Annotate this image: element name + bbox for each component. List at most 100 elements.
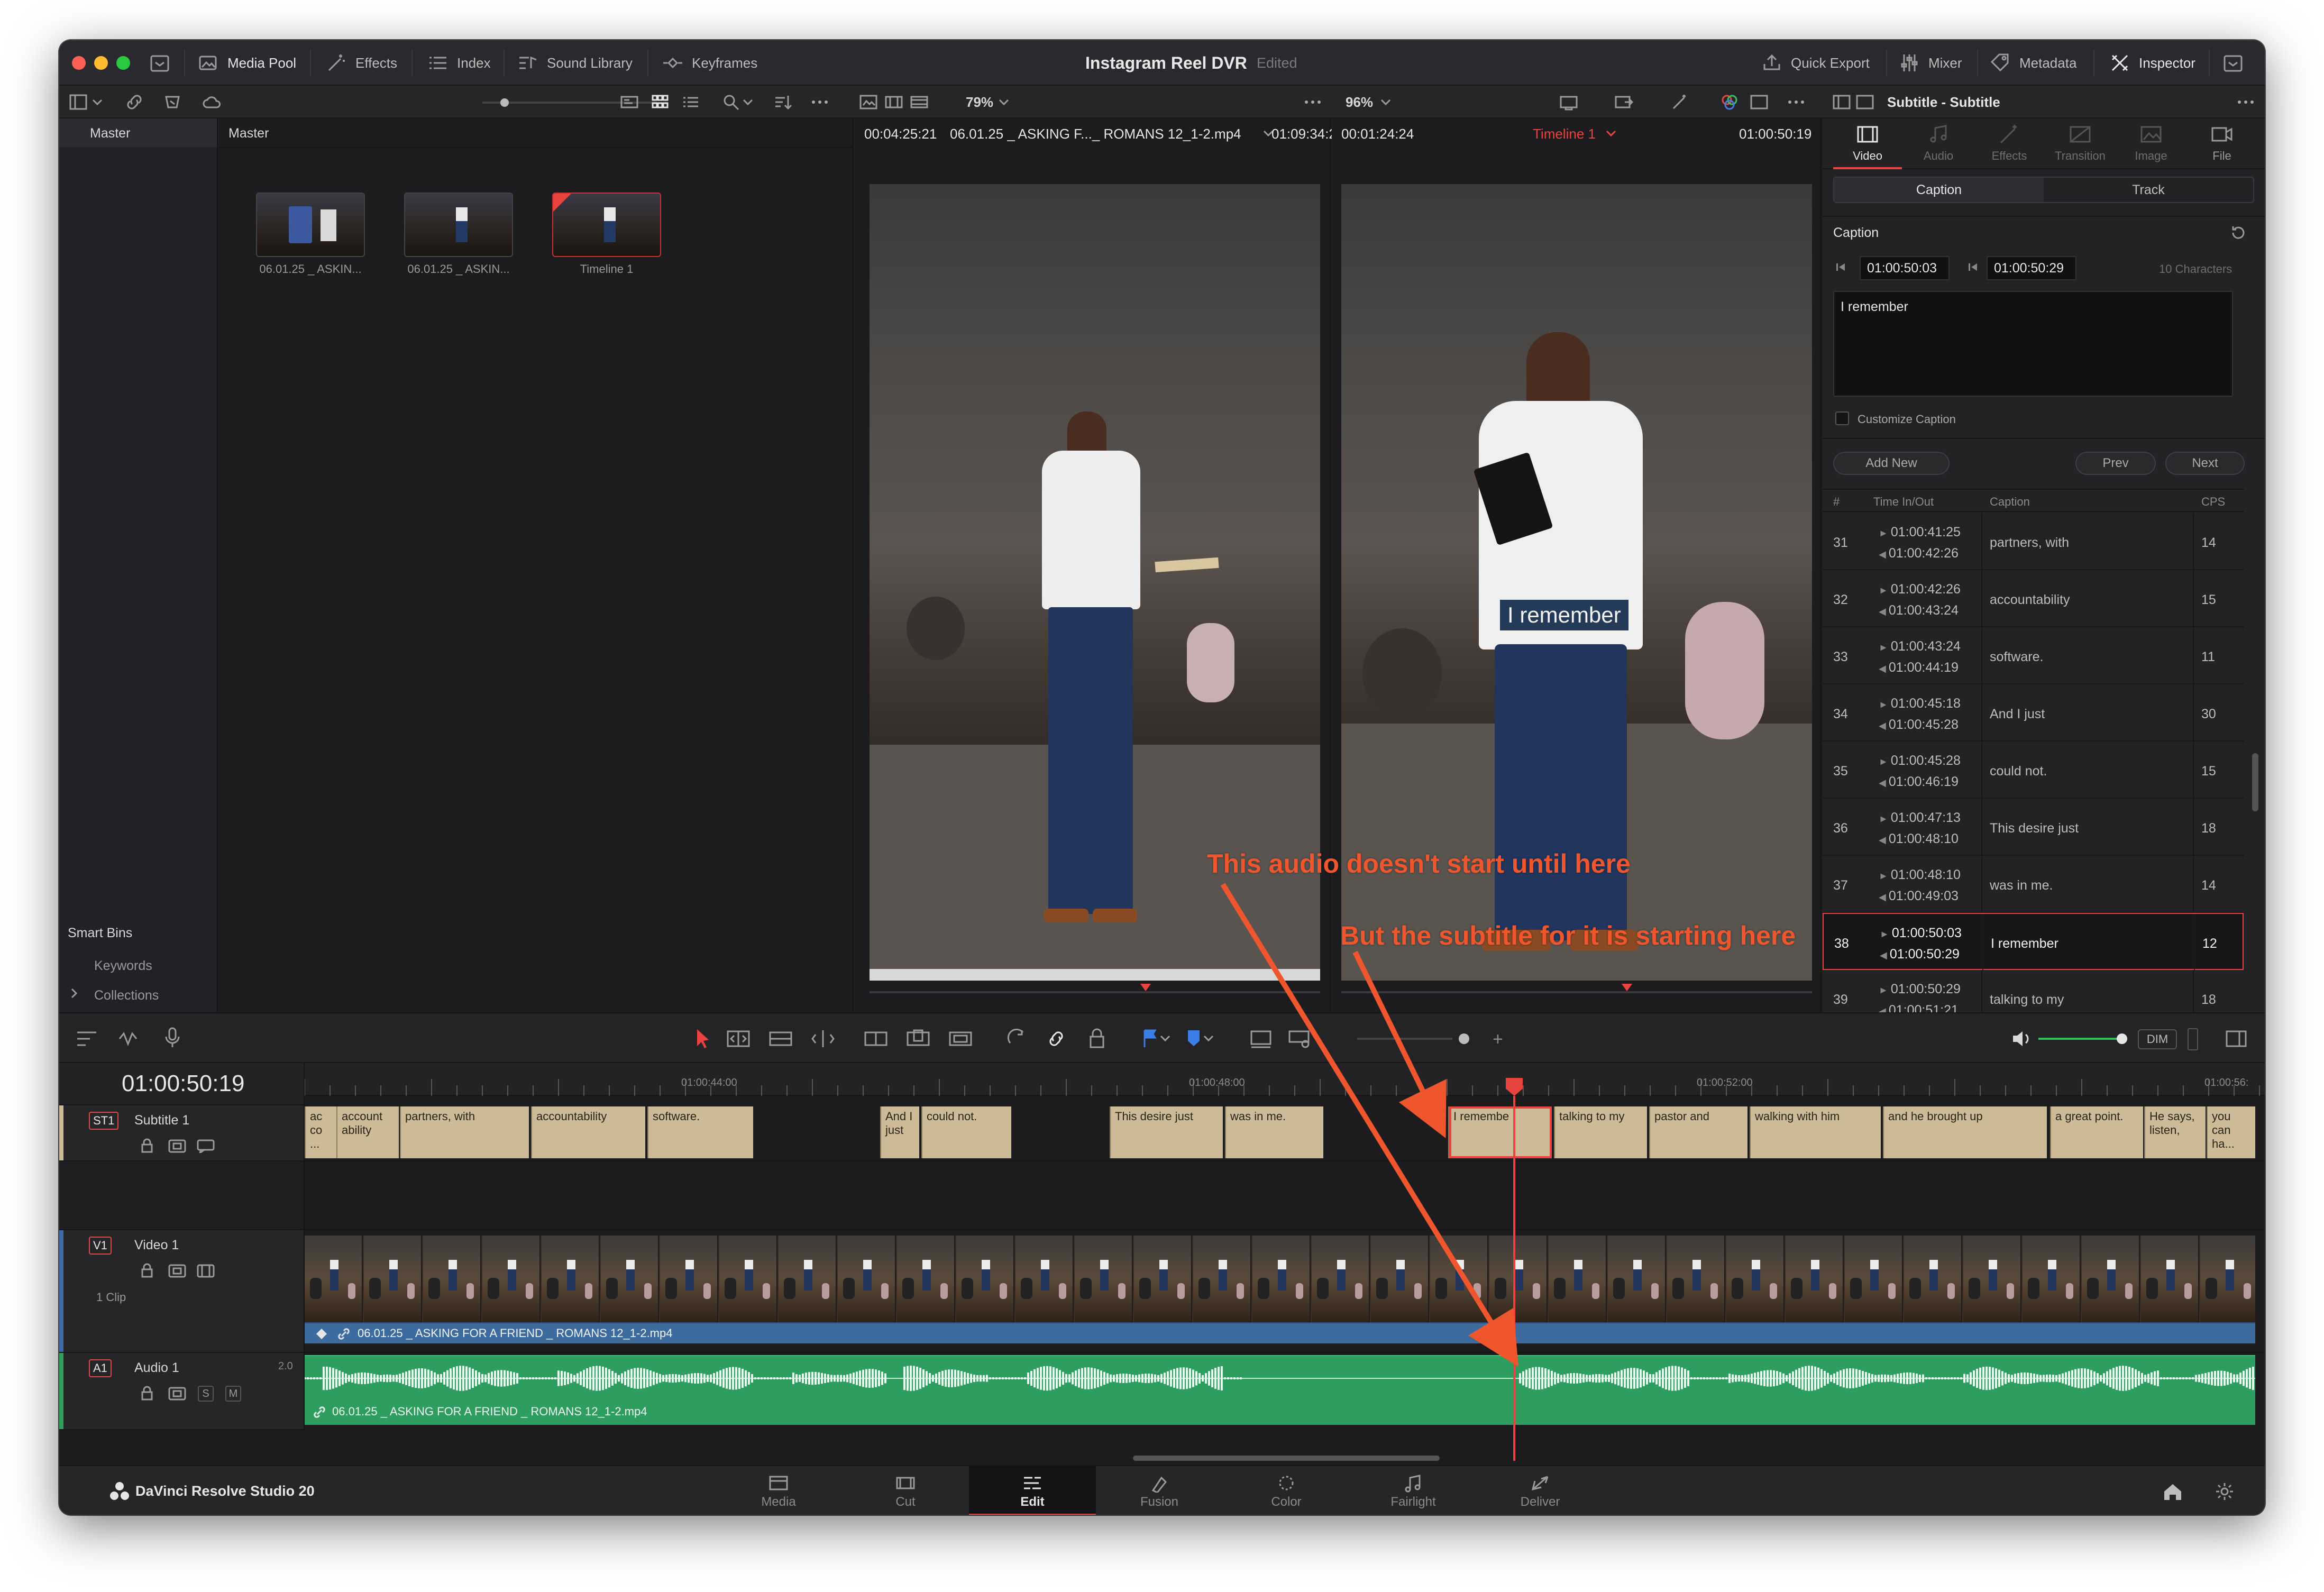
selection-tool-icon[interactable] bbox=[693, 1027, 712, 1050]
sidebar-toggle-icon[interactable] bbox=[69, 93, 88, 112]
index-button[interactable]: Index bbox=[427, 40, 491, 86]
keyframes-button[interactable]: Keyframes bbox=[662, 40, 757, 86]
program-fullscreen-icon[interactable] bbox=[1750, 93, 1769, 112]
trim-tool-icon[interactable] bbox=[726, 1028, 751, 1049]
source-clip-name[interactable]: 06.01.25 _ ASKING F..._ ROMANS 12_1-2.mp… bbox=[950, 126, 1241, 142]
caption-out-timecode[interactable]: 01:00:50:29 bbox=[1987, 256, 2076, 280]
program-more-options-icon[interactable] bbox=[1787, 93, 1806, 112]
dynamic-trim-icon[interactable] bbox=[768, 1028, 793, 1049]
list-view-icon[interactable] bbox=[681, 93, 700, 112]
subtitle-clip[interactable]: ac co ... bbox=[305, 1106, 336, 1158]
caption-row[interactable]: 39 ► 01:00:50:29 ◀ 01:00:51:21 talking to m… bbox=[1823, 970, 2244, 1012]
flag-icon[interactable] bbox=[1142, 1028, 1158, 1049]
caption-row[interactable]: 34 ► 01:00:45:18 ◀ 01:00:45:28 And I just 30 bbox=[1823, 684, 2244, 742]
page-media[interactable]: Media bbox=[715, 1466, 842, 1515]
tab-file[interactable]: File bbox=[2188, 123, 2256, 163]
tab-audio[interactable]: Audio bbox=[1904, 123, 1973, 163]
timeline-zoom-slider[interactable] bbox=[1357, 1038, 1452, 1040]
marker-chevron-icon[interactable] bbox=[1203, 1032, 1214, 1044]
prev-caption-button[interactable]: Prev bbox=[2075, 452, 2156, 475]
blade-tool-icon[interactable] bbox=[810, 1028, 836, 1049]
track-badge[interactable]: A1 bbox=[89, 1359, 112, 1377]
program-zoom-chevron-icon[interactable] bbox=[1379, 93, 1392, 112]
caption-row[interactable]: 31 ► 01:00:41:25 ◀ 01:00:42:26 partners, wi… bbox=[1823, 513, 2244, 570]
inspector-button[interactable]: Inspector bbox=[2109, 40, 2195, 86]
sound-library-button[interactable]: Sound Library bbox=[517, 40, 633, 86]
subtitle-caption-icon[interactable] bbox=[197, 1139, 215, 1153]
track-header-audio[interactable]: A1 Audio 1 2.0 S M bbox=[59, 1353, 305, 1430]
metadata-button[interactable]: Metadata bbox=[1990, 40, 2076, 86]
source-playhead[interactable] bbox=[1140, 984, 1151, 991]
search-options-chevron-icon[interactable] bbox=[742, 93, 754, 112]
timeline-ruler[interactable]: 01:00:44:00 01:00:48:00 01:00:52:00 01:0… bbox=[305, 1063, 2265, 1096]
thumbnail-view-icon[interactable] bbox=[651, 93, 670, 112]
media-pool-button[interactable]: Media Pool bbox=[198, 40, 296, 86]
caption-row[interactable]: 36 ► 01:00:47:13 ◀ 01:00:48:10 This desire … bbox=[1823, 799, 2244, 856]
sort-icon[interactable] bbox=[773, 93, 792, 112]
program-zoom-select[interactable]: 96% bbox=[1346, 86, 1373, 118]
mixer-panel-toggle-icon[interactable] bbox=[2225, 1028, 2248, 1049]
subtitle-overlay[interactable]: I remember bbox=[1500, 600, 1628, 630]
bin-master[interactable] bbox=[59, 118, 217, 147]
page-deliver[interactable]: Deliver bbox=[1477, 1466, 1604, 1515]
source-zoom-chevron-icon[interactable] bbox=[998, 93, 1010, 112]
zoom-in-button[interactable]: + bbox=[1493, 1029, 1503, 1050]
timeline-view-options-icon[interactable] bbox=[75, 1028, 98, 1049]
snapping-icon[interactable] bbox=[1006, 1028, 1027, 1049]
insert-clip-icon[interactable] bbox=[863, 1028, 889, 1049]
overwrite-clip-icon[interactable] bbox=[905, 1028, 931, 1049]
subtitle-clip[interactable]: He says, listen, bbox=[2144, 1106, 2206, 1158]
inspector-more-options-icon[interactable] bbox=[2236, 93, 2255, 112]
timeline-playhead-line[interactable] bbox=[1513, 1096, 1515, 1461]
subtitle-clip[interactable]: And I just bbox=[880, 1106, 919, 1158]
caption-text-input[interactable]: I remember bbox=[1833, 291, 2233, 397]
smart-bin-collections[interactable]: Collections bbox=[94, 988, 159, 1003]
minimize-window-button[interactable] bbox=[94, 56, 108, 70]
cloud-icon[interactable] bbox=[202, 93, 221, 112]
subtitle-clip[interactable]: a great point. bbox=[2050, 1106, 2143, 1158]
subtitle-clip[interactable]: accountability bbox=[531, 1106, 645, 1158]
more-options-icon[interactable] bbox=[810, 93, 829, 112]
subtitle-clip[interactable]: could not. bbox=[921, 1106, 1011, 1158]
media-clip-thumbnail[interactable] bbox=[256, 193, 365, 257]
subtitle-clip[interactable]: walking with him bbox=[1750, 1106, 1881, 1158]
video-clip-thumbnails[interactable] bbox=[305, 1236, 2255, 1322]
position-lock-icon[interactable] bbox=[1087, 1027, 1106, 1050]
tab-effects[interactable]: Effects bbox=[1975, 123, 2044, 163]
caption-row[interactable]: 35 ► 01:00:45:28 ◀ 01:00:46:19 could not. 15 bbox=[1823, 742, 2244, 799]
mixer-button[interactable]: Mixer bbox=[1899, 40, 1962, 86]
collapse-toolbar-icon[interactable] bbox=[2222, 53, 2244, 74]
source-scrubber-bar[interactable] bbox=[870, 991, 1320, 993]
page-cut[interactable]: Cut bbox=[842, 1466, 969, 1515]
track-lock-icon[interactable] bbox=[141, 1138, 153, 1153]
volume-speaker-icon[interactable] bbox=[2011, 1029, 2032, 1048]
caption-row[interactable]: 38 ► 01:00:50:03 ◀ 01:00:50:29 I remember 12 bbox=[1823, 913, 2244, 970]
microphone-icon[interactable] bbox=[163, 1026, 182, 1049]
thumbnail-slider-handle[interactable] bbox=[500, 98, 509, 107]
program-color-icon[interactable] bbox=[1720, 93, 1739, 112]
program-effects-icon[interactable] bbox=[1670, 93, 1689, 112]
timeline-select[interactable]: Timeline 1 bbox=[1533, 126, 1596, 142]
inspector-clip-icon[interactable] bbox=[1832, 93, 1851, 112]
timeline-select-chevron-icon[interactable] bbox=[1605, 127, 1617, 140]
segment-caption[interactable]: Caption bbox=[1834, 178, 2044, 202]
dim-button[interactable]: DIM bbox=[2138, 1029, 2177, 1049]
video-track-destination-icon[interactable] bbox=[197, 1264, 215, 1278]
page-color[interactable]: Color bbox=[1223, 1466, 1350, 1515]
track-badge[interactable]: V1 bbox=[89, 1237, 112, 1255]
timeline-horizontal-scrollbar[interactable] bbox=[1133, 1456, 1440, 1461]
track-enable-icon[interactable] bbox=[168, 1387, 186, 1401]
track-enable-icon[interactable] bbox=[168, 1139, 186, 1153]
subtitle-clip[interactable]: account ability bbox=[336, 1106, 399, 1158]
video-clip[interactable]: 06.01.25 _ ASKING FOR A FRIEND _ ROMANS … bbox=[305, 1322, 2255, 1343]
master-volume-slider[interactable] bbox=[2038, 1038, 2123, 1040]
subtitle-clip[interactable]: was in me. bbox=[1225, 1106, 1323, 1158]
audio-clip[interactable]: 06.01.25 _ ASKING FOR A FRIEND _ ROMANS … bbox=[305, 1355, 2255, 1425]
segment-track[interactable]: Track bbox=[2044, 178, 2253, 202]
tab-transition[interactable]: Transition bbox=[2046, 123, 2115, 163]
subtitle-clip[interactable]: partners, with bbox=[400, 1106, 529, 1158]
smart-bin-icon[interactable] bbox=[163, 93, 182, 112]
chevron-down-icon[interactable] bbox=[91, 93, 104, 112]
media-clip-thumbnail[interactable] bbox=[404, 193, 513, 257]
program-transform-icon[interactable] bbox=[1614, 93, 1633, 112]
